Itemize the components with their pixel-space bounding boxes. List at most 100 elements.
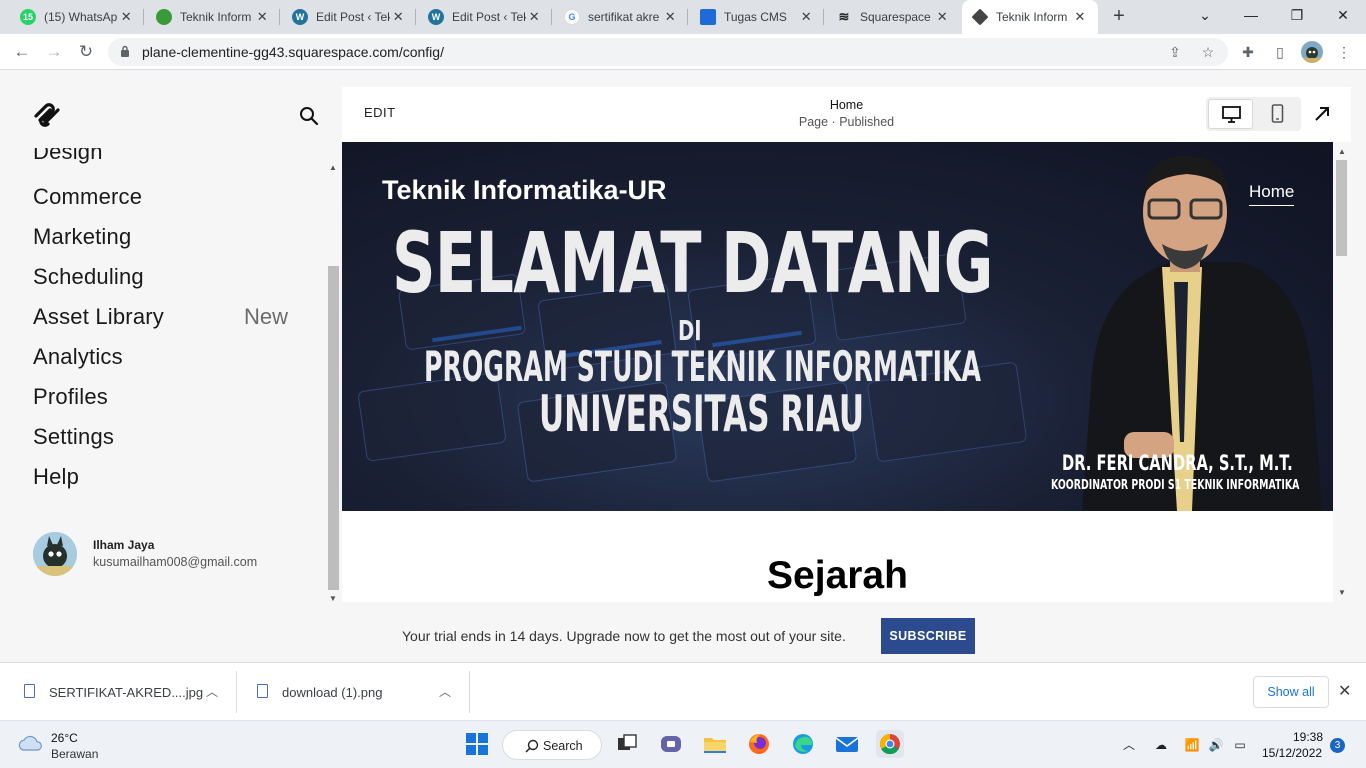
reload-button[interactable]: ↻ (74, 40, 98, 64)
expand-arrow-icon[interactable] (1312, 104, 1332, 124)
firefox-icon[interactable] (745, 730, 773, 758)
battery-icon[interactable]: ▭ (1231, 736, 1249, 754)
browser-tab-active[interactable]: Teknik Inform ✕ (962, 0, 1098, 34)
sidebar-item-commerce[interactable]: Commerce (33, 184, 142, 210)
squarespace-logo-icon[interactable] (32, 102, 62, 128)
browser-tab[interactable]: G sertifikat akre ✕ (554, 0, 688, 34)
scroll-down-arrow-icon[interactable]: ▼ (329, 594, 337, 603)
browser-tab[interactable]: W Edit Post ‹ Tek ✕ (282, 0, 416, 34)
tab-title: Edit Post ‹ Tek (316, 10, 391, 24)
subscribe-button[interactable]: SUBSCRIBE (881, 618, 975, 654)
desktop-view-button[interactable] (1208, 99, 1253, 129)
sidebar-nav: Design Commerce Marketing Scheduling Ass… (0, 148, 326, 498)
preview-scroll-down-icon[interactable]: ▼ (1338, 588, 1346, 597)
coordinator-name: DR. FERI CANDRA, S.T., M.T. (1062, 451, 1293, 475)
task-view-icon[interactable] (613, 730, 641, 758)
profile-avatar[interactable] (1301, 41, 1323, 63)
trial-notice: Your trial ends in 14 days. Upgrade now … (402, 628, 846, 644)
lock-icon[interactable] (120, 45, 130, 57)
close-tab-icon[interactable]: ✕ (934, 9, 950, 25)
volume-icon[interactable]: 🔊 (1207, 736, 1225, 754)
close-tab-icon[interactable]: ✕ (1072, 9, 1088, 25)
browser-tab[interactable]: 15 (15) WhatsAp ✕ (10, 0, 144, 34)
nav-home-link[interactable]: Home (1249, 182, 1295, 206)
chevron-up-icon[interactable]: ︿ (206, 683, 218, 700)
google-icon: G (564, 9, 580, 25)
bookmark-star-icon[interactable]: ☆ (1199, 43, 1217, 61)
close-tab-icon[interactable]: ✕ (254, 9, 270, 25)
download-item[interactable]: download (1).png ︿ (237, 663, 469, 721)
side-panel-icon[interactable]: ▯ (1270, 42, 1290, 62)
downloads-bar: SERTIFIKAT-AKRED....jpg ︿ download (1).p… (0, 662, 1366, 720)
new-tab-button[interactable]: + (1108, 6, 1130, 28)
page-title: Home (829, 98, 864, 112)
teams-chat-icon[interactable] (657, 730, 685, 758)
onedrive-cloud-icon[interactable]: ☁ (1152, 736, 1170, 754)
file-explorer-icon[interactable] (701, 730, 729, 758)
wifi-icon[interactable]: 📶 (1183, 736, 1201, 754)
clock-date[interactable]: 15/12/2022 (1262, 746, 1322, 760)
minimize-button[interactable]: — (1228, 0, 1274, 30)
browser-menu-icon[interactable]: ⋮ (1334, 42, 1354, 62)
editor-topbar: EDIT Home Page · Published (342, 87, 1351, 142)
download-filename: download (1).png (282, 685, 383, 700)
close-downloads-icon[interactable]: ✕ (1338, 681, 1351, 701)
tab-title: Teknik Inform (996, 10, 1068, 24)
sidebar-item-help[interactable]: Help (33, 464, 79, 490)
sidebar-scroll-thumb[interactable] (328, 266, 339, 590)
windows-start-icon[interactable] (463, 730, 491, 758)
clock-time[interactable]: 19:38 (1293, 730, 1323, 744)
section-heading: Sejarah (767, 554, 908, 597)
cube-icon (971, 8, 989, 26)
sidebar-item-asset-library[interactable]: Asset Library (33, 304, 164, 330)
tab-search-chevron-icon[interactable]: ⌄ (1182, 0, 1228, 30)
preview-scroll-up-icon[interactable]: ▲ (1338, 147, 1346, 156)
browser-tab[interactable]: Teknik Inform ✕ (146, 0, 280, 34)
show-all-button[interactable]: Show all (1253, 676, 1329, 708)
site-preview[interactable]: Teknik Informatika-UR Home SELAMAT DATAN… (342, 142, 1333, 602)
chevron-up-icon[interactable]: ︿ (439, 683, 451, 700)
weather-description[interactable]: Berawan (51, 747, 98, 761)
show-hidden-icons-chevron[interactable]: ︿ (1120, 736, 1138, 754)
sidebar-item-design[interactable]: Design (33, 148, 103, 165)
tab-title: Tugas CMS (724, 10, 787, 24)
close-tab-icon[interactable]: ✕ (118, 9, 134, 25)
browser-tab[interactable]: W Edit Post ‹ Tek ✕ (418, 0, 552, 34)
close-tab-icon[interactable]: ✕ (390, 9, 406, 25)
classroom-icon (700, 9, 716, 25)
browser-tab[interactable]: Tugas CMS ✕ (690, 0, 824, 34)
weather-temperature[interactable]: 26°C (51, 731, 78, 745)
address-bar[interactable]: plane-clementine-gg43.squarespace.com/co… (108, 38, 1228, 66)
site-title[interactable]: Teknik Informatika-UR (382, 175, 667, 206)
notification-badge[interactable]: 3 (1330, 738, 1345, 753)
extensions-icon[interactable]: ✚ (1238, 42, 1258, 62)
taskbar-search[interactable]: Search (502, 730, 602, 760)
new-badge: New (244, 304, 289, 329)
preview-scroll-thumb[interactable] (1336, 160, 1347, 256)
back-button[interactable]: ← (10, 40, 34, 64)
sidebar-item-scheduling[interactable]: Scheduling (33, 264, 144, 290)
close-tab-icon[interactable]: ✕ (526, 9, 542, 25)
browser-tab[interactable]: ≋ Squarespace ✕ (826, 0, 960, 34)
mail-icon[interactable] (833, 730, 861, 758)
search-icon[interactable] (299, 106, 319, 126)
scroll-up-arrow-icon[interactable]: ▲ (329, 163, 337, 172)
close-tab-icon[interactable]: ✕ (798, 9, 814, 25)
mobile-view-button[interactable] (1255, 99, 1300, 129)
close-window-button[interactable]: ✕ (1320, 0, 1366, 30)
edge-icon[interactable] (789, 730, 817, 758)
restore-button[interactable]: ❐ (1274, 0, 1320, 30)
forward-button[interactable]: → (42, 40, 66, 64)
close-tab-icon[interactable]: ✕ (662, 9, 678, 25)
url-text[interactable]: plane-clementine-gg43.squarespace.com/co… (142, 44, 444, 60)
sidebar-item-profiles[interactable]: Profiles (33, 384, 108, 410)
hero-banner: Teknik Informatika-UR Home SELAMAT DATAN… (342, 142, 1333, 511)
chrome-icon[interactable] (876, 730, 904, 758)
sidebar-item-marketing[interactable]: Marketing (33, 224, 131, 250)
cloud-weather-icon[interactable] (17, 732, 45, 754)
sidebar-item-analytics[interactable]: Analytics (33, 344, 123, 370)
sidebar-item-settings[interactable]: Settings (33, 424, 114, 450)
share-icon[interactable]: ⇪ (1166, 43, 1184, 61)
user-avatar[interactable] (33, 532, 77, 576)
download-item[interactable]: SERTIFIKAT-AKRED....jpg ︿ (0, 663, 236, 721)
